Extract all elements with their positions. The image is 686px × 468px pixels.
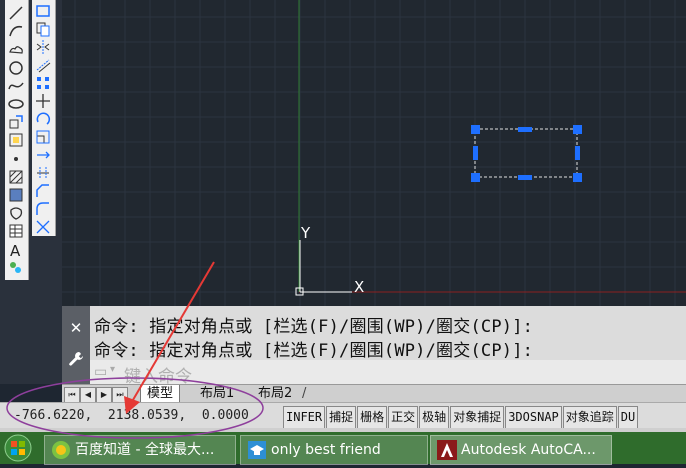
scale-icon[interactable] <box>34 128 52 146</box>
grip-top-left <box>471 125 480 134</box>
grip-right-mid <box>575 146 580 160</box>
prev-tab-icon[interactable]: ◀ <box>80 387 96 403</box>
selected-rectangle[interactable] <box>471 125 582 182</box>
ucs-x-label: X <box>354 278 364 296</box>
status-toggle-正交[interactable]: 正交 <box>388 406 419 429</box>
grip-bottom-mid <box>518 175 532 180</box>
chamfer-icon[interactable] <box>34 182 52 200</box>
grid <box>62 0 686 306</box>
status-toggle-du[interactable]: DU <box>617 406 639 429</box>
tab-layout1[interactable]: 布局1 <box>194 385 240 402</box>
taskbar-item-document[interactable]: only best friend <box>240 435 428 465</box>
offset-icon[interactable] <box>34 56 52 74</box>
point-icon[interactable] <box>7 150 25 168</box>
rotate-icon[interactable] <box>34 110 52 128</box>
status-bar: -766.6220, 2138.0539, 0.0000 INFER 捕捉 栅格 正交… <box>0 402 686 429</box>
grip-top-mid <box>518 127 532 132</box>
status-toggle-infer[interactable]: INFER <box>283 406 326 429</box>
circle-icon[interactable] <box>7 59 25 77</box>
hatch-icon[interactable] <box>7 168 25 186</box>
tab-separator: / <box>302 386 307 401</box>
start-button[interactable] <box>0 432 38 464</box>
grip-bottom-left <box>471 173 480 182</box>
ellipse-icon[interactable] <box>7 95 25 113</box>
table-icon[interactable] <box>7 222 25 240</box>
copy-icon[interactable] <box>34 20 52 38</box>
modify-toolbar <box>32 0 56 236</box>
draw-toolbar: A <box>5 0 29 280</box>
status-toggle-极轴[interactable]: 极轴 <box>419 406 450 429</box>
wrench-icon[interactable] <box>67 350 85 368</box>
make-block-icon[interactable] <box>7 131 25 149</box>
mirror-icon[interactable] <box>34 38 52 56</box>
gradient-icon[interactable] <box>7 186 25 204</box>
status-toggles: INFER 捕捉 栅格 正交 极轴 对象捕捉 3DOSNAP 对象追踪 DU <box>283 406 639 429</box>
status-toggle-捕捉[interactable]: 捕捉 <box>326 406 357 429</box>
grip-top-right <box>573 125 582 134</box>
revision-cloud-icon[interactable] <box>7 40 25 58</box>
trim-icon[interactable] <box>34 164 52 182</box>
coordinate-readout: -766.6220, 2138.0539, 0.0000 <box>14 408 249 423</box>
graduation-cap-icon <box>247 440 267 460</box>
taskbar-item-label: only best friend <box>271 442 381 458</box>
canvas-svg[interactable]: Y X <box>62 0 686 306</box>
command-history: 命令: 指定对角点或 [栏选(F)/圈围(WP)/圈交(CP)]: 命令: 指定… <box>90 306 686 361</box>
status-toggle-对象捕捉[interactable]: 对象捕捉 <box>450 406 505 429</box>
rectangle-icon[interactable] <box>34 2 52 20</box>
ucs-icon: Y X <box>295 224 364 296</box>
first-tab-icon[interactable]: ⏮ <box>64 387 80 403</box>
status-toggle-3dosnap[interactable]: 3DOSNAP <box>505 406 562 429</box>
windows-taskbar: 百度知道 - 全球最大... only best friend Autodesk… <box>0 432 686 465</box>
autocad-icon <box>437 440 457 460</box>
grip-left-mid <box>473 146 478 160</box>
svg-text:A: A <box>10 242 21 259</box>
status-toggle-对象追踪[interactable]: 对象追踪 <box>562 406 617 429</box>
grip-bottom-right <box>573 173 582 182</box>
status-toggle-栅格[interactable]: 栅格 <box>357 406 388 429</box>
array-icon[interactable] <box>34 74 52 92</box>
command-prompt-icon[interactable]: ▭ <box>94 364 110 380</box>
mtext-icon[interactable]: A <box>7 241 25 259</box>
command-history-line: 命令: 指定对角点或 [栏选(F)/圈围(WP)/圈交(CP)]: <box>94 341 534 361</box>
close-icon[interactable]: ✕ <box>68 320 84 336</box>
block-insert-icon[interactable] <box>7 113 25 131</box>
taskbar-item-autocad[interactable]: Autodesk AutoCA... <box>430 435 612 465</box>
move-icon[interactable] <box>34 92 52 110</box>
last-tab-icon[interactable]: ⏭ <box>112 387 128 403</box>
taskbar-item-browser[interactable]: 百度知道 - 全球最大... <box>44 435 236 465</box>
tab-model[interactable]: 模型 <box>140 385 181 403</box>
explode-icon[interactable] <box>34 218 52 236</box>
left-toolbar-area: A <box>0 0 62 384</box>
arc-icon[interactable] <box>7 22 25 40</box>
line-icon[interactable] <box>7 4 25 22</box>
browser-icon <box>51 440 71 460</box>
command-window-side: ✕ <box>62 306 90 384</box>
add-selected-icon[interactable] <box>7 259 25 277</box>
tab-layout2[interactable]: 布局2 <box>252 385 298 402</box>
ucs-y-label: Y <box>300 224 311 242</box>
layout-tabs-bar: ⏮ ◀ ▶ ⏭ 模型 布局1 布局2 / <box>62 384 686 403</box>
command-history-line: 命令: 指定对角点或 [栏选(F)/圈围(WP)/圈交(CP)]: <box>94 317 534 337</box>
chevron-down-icon[interactable]: ▾ <box>110 364 115 375</box>
command-input[interactable]: ▭ ▾ 键入命令 <box>90 360 686 387</box>
fillet-icon[interactable] <box>34 200 52 218</box>
next-tab-icon[interactable]: ▶ <box>96 387 112 403</box>
drawing-canvas[interactable]: Y X <box>62 0 686 306</box>
stretch-icon[interactable] <box>34 146 52 164</box>
region-icon[interactable] <box>7 204 25 222</box>
taskbar-item-label: Autodesk AutoCA... <box>461 442 596 458</box>
command-window: ✕ 命令: 指定对角点或 [栏选(F)/圈围(WP)/圈交(CP)]: 命令: … <box>62 306 686 387</box>
spline-icon[interactable] <box>7 77 25 95</box>
taskbar-item-label: 百度知道 - 全球最大... <box>75 442 215 458</box>
